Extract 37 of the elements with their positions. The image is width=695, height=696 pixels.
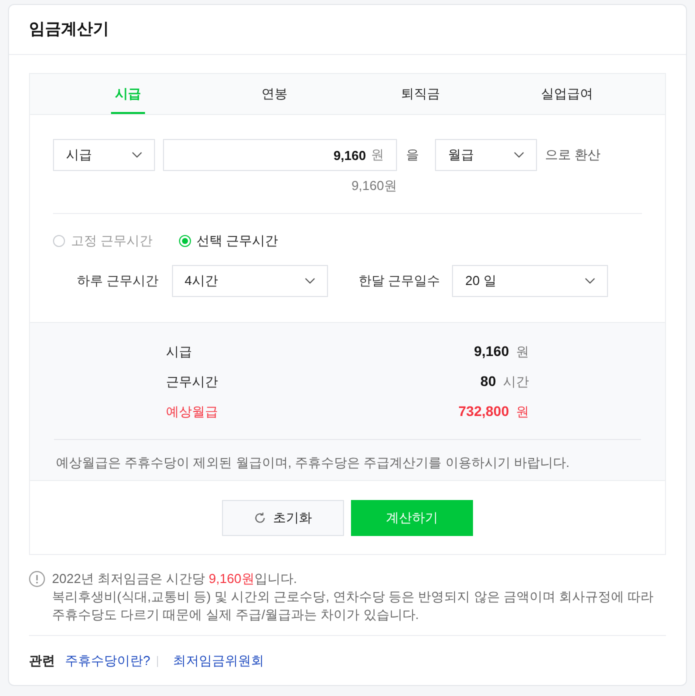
notice-text: 2022년 최저임금은 시간당 9,160원입니다. [52, 570, 298, 588]
particle-text: 을 [406, 146, 419, 164]
result-value: 80 [480, 373, 496, 389]
tab[interactable]: 실업급여 [536, 74, 597, 114]
work-select[interactable]: 20 일 [452, 265, 608, 297]
radio-option[interactable]: 선택 근무시간 [178, 232, 278, 250]
tab[interactable]: 연봉 [257, 74, 292, 114]
target-unit-select[interactable]: 월급 [435, 139, 537, 171]
field-label: 하루 근무시간 [77, 272, 159, 290]
result-label: 근무시간 [166, 373, 218, 391]
result-unit: 원 [516, 403, 529, 421]
page-title: 임금계산기 [29, 20, 109, 40]
chevron-down-icon [585, 278, 596, 284]
result-value: 9,160 [474, 343, 509, 359]
result-unit: 원 [516, 343, 529, 361]
reset-button[interactable]: 초기화 [222, 500, 344, 536]
disclaimer-text: 복리후생비(식대,교통비 등) 및 시간외 근로수당, 연차수당 등은 반영되지 않은 금액이며 회사규정에 따라 주휴수당도 다르기 때문에 실제 주급/월급과는 차이가 있습니다. [52, 588, 655, 624]
exclamation-circle-icon [29, 571, 45, 587]
chevron-down-icon [304, 278, 315, 284]
pay-unit-select[interactable]: 시급 [53, 139, 155, 171]
related-link[interactable]: 주휴수당이란? [65, 652, 150, 670]
chevron-down-icon [514, 152, 524, 158]
amount-readout: 9,160원 [351, 177, 397, 195]
tab[interactable]: 퇴직금 [397, 74, 444, 114]
field-label: 한달 근무일수 [358, 272, 440, 290]
result-note: 예상월급은 주휴수당이 제외된 월급이며, 주휴수당은 주급계산기를 이용하시기 바랍니다. [56, 454, 571, 472]
result-label: 예상월급 [166, 403, 218, 421]
convert-label: 으로 환산 [545, 146, 601, 164]
result-label: 시급 [166, 343, 192, 361]
chevron-down-icon [132, 152, 142, 158]
result-unit: 시간 [503, 373, 529, 391]
work-select[interactable]: 4시간 [172, 265, 328, 297]
amount-field[interactable]: 9,160 원 [163, 139, 397, 171]
related-link[interactable]: 최저임금위원회 [173, 652, 264, 670]
related-label: 관련 [29, 652, 55, 670]
result-value: 732,800 [458, 403, 509, 419]
refresh-icon [254, 512, 266, 524]
